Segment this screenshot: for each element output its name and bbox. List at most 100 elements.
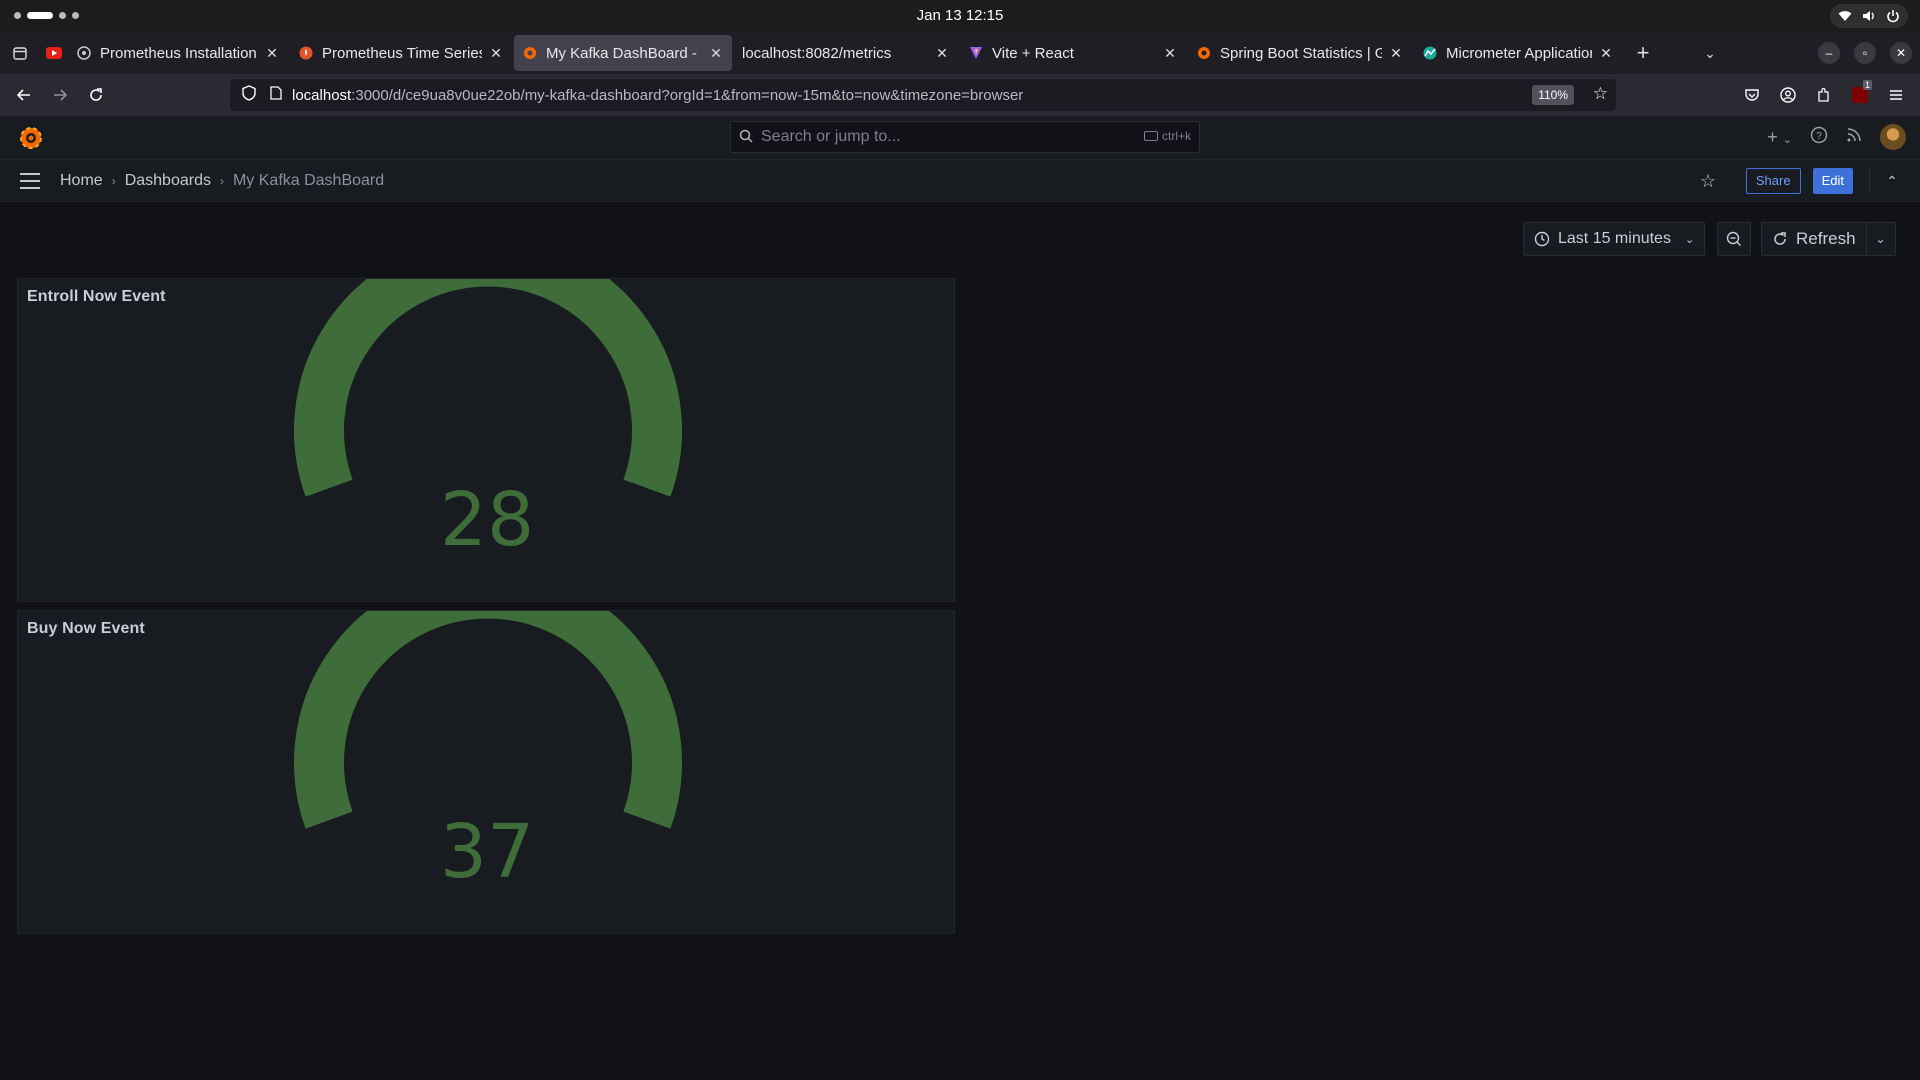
tab-spring-boot-statistics[interactable]: Spring Boot Statistics | Gr ✕	[1188, 35, 1412, 71]
extensions-icon[interactable]	[1810, 80, 1838, 110]
svg-text:?: ?	[1816, 131, 1822, 142]
zoom-out-icon	[1726, 231, 1741, 246]
breadcrumb-current-dashboard: My Kafka DashBoard	[232, 171, 385, 189]
os-top-bar: Jan 13 12:15	[0, 0, 1920, 32]
edit-button[interactable]: Edit	[1812, 168, 1853, 194]
shield-icon[interactable]	[234, 85, 264, 105]
page-info-icon[interactable]	[264, 86, 288, 104]
grafana-top-bar: Search or jump to... ctrl+k + ⌄ ?	[0, 116, 1920, 160]
dashboard-actions: ☆ Share Edit ⌃	[1696, 168, 1902, 194]
minimize-button[interactable]: –	[1818, 42, 1840, 64]
close-icon[interactable]: ✕	[1388, 45, 1404, 62]
arrow-left-icon	[16, 89, 30, 101]
wifi-icon	[1838, 9, 1852, 23]
help-icon[interactable]: ?	[1810, 126, 1828, 149]
gauge-value-arc	[294, 611, 682, 829]
search-bar[interactable]: Search or jump to... ctrl+k	[730, 121, 1200, 153]
close-icon[interactable]: ✕	[934, 45, 950, 62]
grafana-logo-icon[interactable]	[18, 125, 44, 151]
news-rss-icon[interactable]	[1846, 127, 1862, 148]
refresh-button[interactable]: Refresh	[1762, 222, 1867, 256]
ublock-count-badge: 1	[1862, 80, 1872, 90]
hamburger-menu-icon[interactable]	[1882, 80, 1910, 110]
list-all-tabs-button[interactable]: ⌄	[1690, 45, 1730, 62]
maximize-button[interactable]: ▫	[1854, 42, 1876, 64]
vite-icon	[968, 45, 984, 61]
breadcrumb-bar: Home › Dashboards › My Kafka DashBoard ☆…	[0, 160, 1920, 202]
forward-button[interactable]	[42, 79, 78, 111]
youtube-pinned-tab[interactable]	[40, 32, 68, 74]
menu-toggle-icon[interactable]	[0, 160, 60, 202]
time-range-picker[interactable]: Last 15 minutes ⌄	[1523, 222, 1706, 256]
refresh-icon	[1774, 232, 1786, 245]
prometheus-fire-icon	[298, 45, 314, 61]
grafana-icon	[1196, 45, 1212, 61]
user-avatar[interactable]	[1880, 124, 1906, 150]
bookmark-star-icon[interactable]: ☆	[1593, 84, 1608, 104]
favorite-star-icon[interactable]: ☆	[1696, 171, 1720, 192]
tab-title: Vite + React	[992, 44, 1074, 62]
gauge-value: 37	[440, 809, 534, 895]
search-icon	[731, 129, 761, 146]
back-button[interactable]	[6, 79, 42, 111]
new-tab-button[interactable]: +	[1624, 40, 1662, 66]
close-icon[interactable]: ✕	[1598, 45, 1614, 62]
tab-prometheus-time-series[interactable]: Prometheus Time Series C ✕	[290, 35, 512, 71]
tab-title: Spring Boot Statistics | Gr	[1220, 44, 1382, 62]
tab-title: Prometheus Time Series C	[322, 44, 482, 62]
close-icon[interactable]: ✕	[264, 45, 280, 62]
keyboard-icon	[1143, 131, 1158, 141]
browser-nav-bar: localhost:3000/d/ce9ua8v0ue22ob/my-kafka…	[0, 74, 1920, 116]
zoom-level-badge[interactable]: 110%	[1532, 85, 1574, 105]
close-icon[interactable]: ✕	[488, 45, 504, 62]
gauge-panel-enroll-now[interactable]: Entroll Now Event 28	[17, 278, 955, 602]
zoom-out-time-button[interactable]	[1717, 222, 1751, 256]
pocket-icon[interactable]	[1738, 80, 1766, 110]
new-menu-button[interactable]: + ⌄	[1767, 127, 1792, 148]
gauge-chart: 37	[294, 611, 682, 895]
tab-title: Micrometer Application C	[1446, 44, 1592, 62]
volume-icon	[1862, 9, 1876, 23]
ublock-icon[interactable]: 1	[1846, 80, 1874, 110]
close-icon[interactable]: ✕	[1162, 45, 1178, 62]
account-icon[interactable]	[1774, 80, 1802, 110]
time-range-label: Last 15 minutes	[1558, 230, 1671, 247]
browser-tab-bar: Prometheus Installation S ✕ Prometheus T…	[0, 32, 1920, 74]
os-clock[interactable]: Jan 13 12:15	[0, 7, 1920, 24]
search-shortcut-hint: ctrl+k	[1143, 129, 1191, 143]
reload-button[interactable]	[78, 79, 114, 111]
toolbar-extensions: 1	[1738, 80, 1910, 110]
top-bar-actions: + ⌄ ?	[1767, 124, 1906, 150]
chevron-right-icon: ›	[219, 173, 224, 188]
tab-prometheus-installation[interactable]: Prometheus Installation S ✕	[68, 35, 288, 71]
tab-title: My Kafka DashBoard - Da	[546, 44, 702, 62]
grafana-icon	[522, 45, 538, 61]
tab-my-kafka-dashboard[interactable]: My Kafka DashBoard - Da ✕	[514, 35, 732, 71]
close-window-button[interactable]: ✕	[1890, 42, 1912, 64]
system-tray[interactable]	[1830, 4, 1908, 28]
refresh-interval-dropdown[interactable]: ⌄	[1867, 232, 1895, 246]
tab-overview-icon[interactable]	[0, 32, 40, 74]
url-host: localhost	[292, 86, 352, 104]
refresh-picker: Refresh ⌄	[1761, 222, 1896, 256]
share-button[interactable]: Share	[1745, 168, 1801, 194]
gauge-value: 28	[440, 477, 534, 563]
tab-micrometer[interactable]: Micrometer Application C ✕	[1414, 35, 1622, 71]
arrow-right-icon	[54, 89, 68, 101]
search-placeholder: Search or jump to...	[761, 128, 901, 145]
close-icon[interactable]: ✕	[708, 45, 724, 62]
gauge-panel-buy-now[interactable]: Buy Now Event 37	[17, 610, 955, 934]
power-icon	[1886, 9, 1900, 23]
tab-title: localhost:8082/metrics	[742, 44, 892, 62]
tab-localhost-metrics[interactable]: localhost:8082/metrics ✕	[734, 35, 958, 71]
chevron-right-icon: ›	[111, 173, 116, 188]
chevron-up-icon[interactable]: ⌃	[1882, 173, 1902, 190]
tab-title: Prometheus Installation S	[100, 44, 258, 62]
breadcrumb-dashboards[interactable]: Dashboards	[125, 172, 211, 190]
url-bar[interactable]: localhost:3000/d/ce9ua8v0ue22ob/my-kafka…	[230, 79, 1616, 111]
breadcrumb-home[interactable]: Home	[60, 172, 103, 190]
tab-vite-react[interactable]: Vite + React ✕	[960, 35, 1186, 71]
window-controls: – ▫ ✕	[1818, 42, 1912, 64]
gauge-chart: 28	[294, 279, 682, 563]
youtube-icon	[46, 47, 62, 59]
